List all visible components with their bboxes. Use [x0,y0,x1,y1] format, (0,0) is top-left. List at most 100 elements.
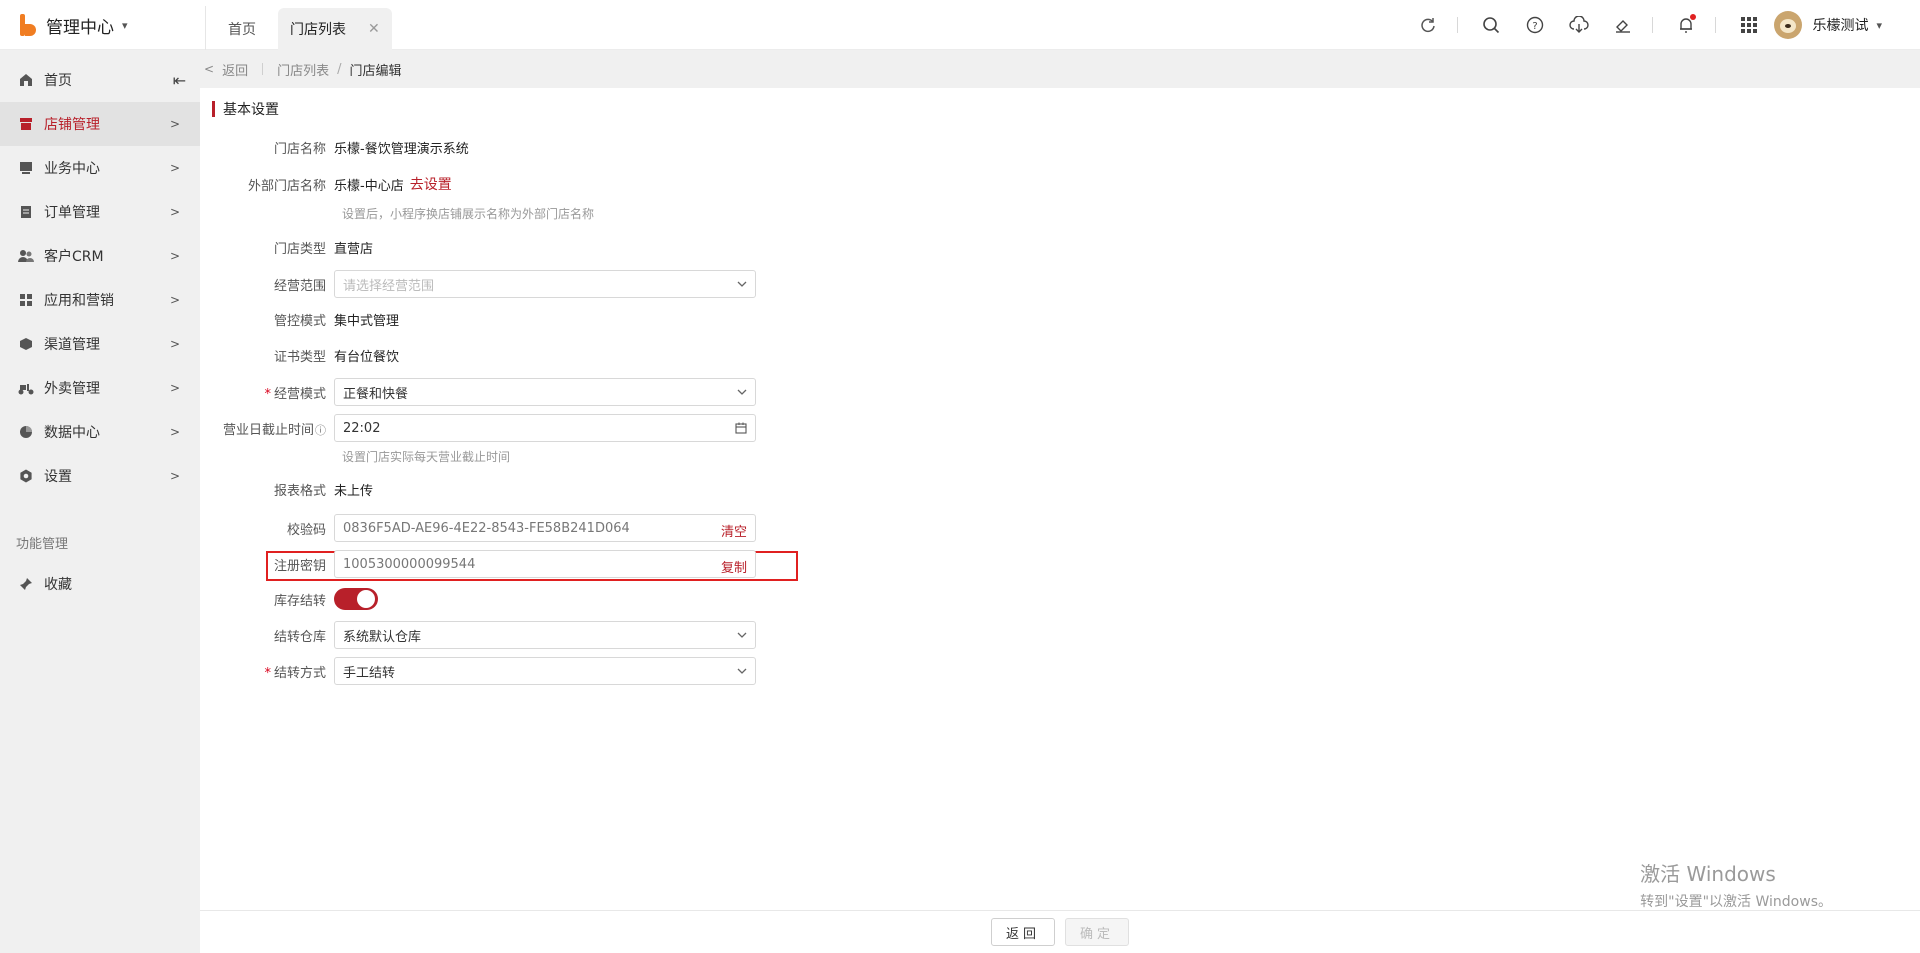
field-label: 库存结转 [273,593,326,609]
main-content: 基本设置 门店名称 乐檬-餐饮管理演示系统 外部门店名称 乐檬-中心店 去设置 … [200,88,1920,910]
breadcrumb: < 返回 门店列表 / 门店编辑 [200,50,1920,88]
field-label-text: 经营模式 [273,386,326,402]
form-row-carry-method: * 结转方式 手工结转 [200,657,1400,685]
chevron-right-icon: > [169,337,180,351]
avatar[interactable] [1774,11,1803,39]
field-label: 校验码 [286,522,326,538]
sidebar-item-channel-management[interactable]: 渠道管理 > [0,322,200,366]
sidebar-item-settings[interactable]: 设置 > [0,454,200,498]
required-mark: * [264,386,271,402]
section-marker [212,101,215,117]
form-row-control-mode: 管控模式 集中式管理 [200,310,1400,329]
close-icon[interactable]: ✕ [368,21,380,37]
help-icon[interactable]: ? [1524,14,1546,36]
app-switcher[interactable]: 管理中心 ▾ [20,12,128,38]
go-settings-link[interactable]: 去设置 [410,174,452,194]
field-label-text: 营业日截止时间 [222,422,314,438]
help-icon[interactable]: ⓘ [315,424,326,437]
refresh-icon[interactable] [1417,14,1439,36]
confirm-button[interactable]: 确定 [1065,918,1130,946]
form-row-external-name: 外部门店名称 乐檬-中心店 去设置 [200,174,1400,194]
sidebar-item-business-center[interactable]: 业务中心 > [0,146,200,190]
notification-dot [1690,14,1697,20]
chevron-down-icon[interactable]: ▾ [1876,19,1882,32]
field-label: 经营范围 [273,278,326,294]
sidebar-item-label: 渠道管理 [44,337,100,353]
sidebar-item-data-center[interactable]: 数据中心 > [0,410,200,454]
collapse-sidebar-icon[interactable]: ⇤ [173,71,186,90]
divider [1457,17,1459,33]
select-value: 系统默认仓库 [343,629,422,645]
username[interactable]: 乐檬测试 [1812,15,1868,35]
calendar-icon [735,422,747,434]
bell-icon[interactable] [1675,14,1697,36]
form-row-store-name: 门店名称 乐檬-餐饮管理演示系统 [200,138,1400,157]
form-row-reg-key: 注册密钥 1005300000099544 复制 [200,550,1400,578]
carry-method-select[interactable]: 手工结转 [334,657,756,685]
sidebar-item-home[interactable]: 首页 ⇤ [0,58,200,102]
copy-button[interactable]: 复制 [721,557,747,576]
breadcrumb-separator: / [337,61,342,77]
pie-chart-icon [18,424,34,440]
monitor-icon [18,160,34,176]
apps-grid-icon[interactable] [1738,14,1760,36]
sidebar-item-store-management[interactable]: 店铺管理 > [0,102,200,146]
search-icon[interactable] [1480,14,1502,36]
toggle-knob [357,590,375,608]
sidebar-item-label: 设置 [44,469,72,485]
watermark-line1: 激活 Windows [1640,862,1776,886]
form-footer: 返回 确定 [200,910,1920,953]
select-placeholder: 请选择经营范围 [343,278,435,294]
chevron-right-icon: > [169,117,180,131]
back-button[interactable]: 返回 [990,918,1055,946]
chevron-right-icon: > [169,161,180,175]
sidebar-item-crm[interactable]: 客户CRM > [0,234,200,278]
field-label: 管控模式 [273,314,326,329]
sidebar-item-label: 店铺管理 [44,117,100,133]
clear-brush-icon[interactable] [1612,14,1634,36]
field-label: 门店名称 [273,142,326,157]
back-link[interactable]: < 返回 [204,60,248,79]
cutoff-time-picker[interactable]: 22:02 [334,414,756,442]
tab-store-list[interactable]: 门店列表 ✕ [278,8,392,50]
reg-key-value: 1005300000099544 [343,556,476,572]
document-icon [18,204,34,220]
control-mode-value: 集中式管理 [334,314,400,329]
pin-icon [18,576,34,592]
function-management-label: 功能管理 [16,537,69,552]
top-bar: 管理中心 ▾ 首页 门店列表 ✕ ? 乐檬测试 ▾ [0,0,1920,50]
chevron-down-icon [737,389,747,395]
chevron-left-icon: < [204,62,215,76]
sidebar-item-apps-marketing[interactable]: 应用和营销 > [0,278,200,322]
sidebar-item-delivery-management[interactable]: 外卖管理 > [0,366,200,410]
breadcrumb-parent[interactable]: 门店列表 [277,60,329,79]
external-name-value: 乐檬-中心店 [334,178,404,194]
sidebar: 首页 ⇤ 店铺管理 > 业务中心 > 订单管理 > 客户CRM > 应用和营销 … [0,50,200,953]
report-format-value: 未上传 [334,484,374,499]
cutoff-time-hint: 设置门店实际每天营业截止时间 [342,450,511,464]
form-row-checksum: 校验码 0836F5AD-AE96-4E22-8543-FE58B241D064… [200,514,1400,542]
chevron-down-icon [737,632,747,638]
section-title-text: 基本设置 [223,102,279,118]
field-label: 外部门店名称 [247,178,326,194]
sidebar-item-label: 客户CRM [44,249,104,265]
clear-button[interactable]: 清空 [721,521,747,540]
users-icon [18,248,34,264]
sidebar-item-order-management[interactable]: 订单管理 > [0,190,200,234]
field-label: * 结转方式 [200,662,334,681]
sidebar-item-label: 订单管理 [44,205,100,221]
field-label: 注册密钥 [273,558,326,574]
sidebar-item-favorites[interactable]: 收藏 [0,562,200,606]
carry-warehouse-select[interactable]: 系统默认仓库 [334,621,756,649]
business-mode-select[interactable]: 正餐和快餐 [334,378,756,406]
breadcrumb-current: 门店编辑 [349,63,402,79]
business-scope-select[interactable]: 请选择经营范围 [334,270,756,298]
store-icon [18,116,34,132]
tab-home[interactable]: 首页 [214,8,270,50]
cloud-download-icon[interactable] [1568,14,1590,36]
stock-carry-toggle[interactable] [334,588,378,610]
form-row-business-mode: * 经营模式 正餐和快餐 [200,378,1400,406]
field-label: 报表格式 [273,484,326,499]
form-row-report-format: 报表格式 未上传 [200,480,1400,499]
toolbar: ? 乐檬测试 ▾ [1395,9,1882,41]
